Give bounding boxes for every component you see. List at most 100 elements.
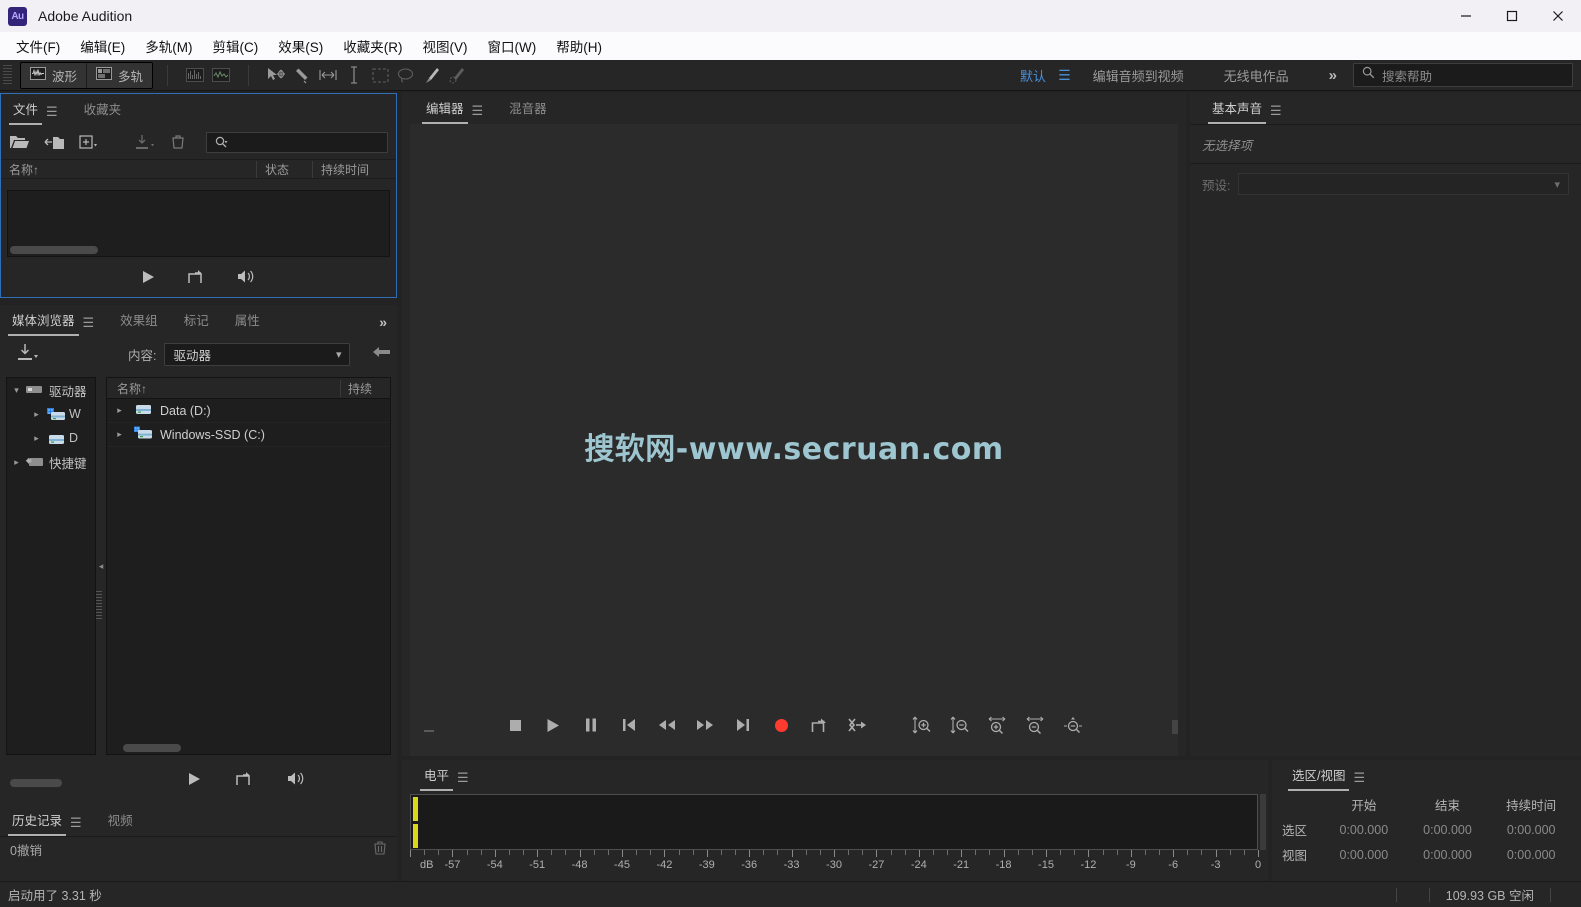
tab-mixer[interactable]: 混音器 xyxy=(507,98,549,124)
spot-healing-brush-tool-icon[interactable] xyxy=(445,63,471,87)
files-horizontal-scrollbar[interactable] xyxy=(10,246,98,254)
razor-tool-icon[interactable] xyxy=(289,63,315,87)
stop-button[interactable] xyxy=(496,710,534,740)
move-playhead-to-next-button[interactable] xyxy=(724,710,762,740)
tab-video[interactable]: 视频 xyxy=(106,810,135,836)
chevron-collapsed-icon[interactable]: ▸ xyxy=(114,405,125,416)
media-col-duration[interactable]: 持续 xyxy=(340,379,390,397)
tab-media-browser[interactable]: 媒体浏览器 xyxy=(8,310,79,336)
tab-files[interactable]: 文件 xyxy=(8,99,43,125)
menu-effects[interactable]: 效果(S) xyxy=(268,33,333,59)
media-volume-icon[interactable] xyxy=(286,771,306,791)
files-volume-icon[interactable] xyxy=(236,269,256,289)
workspace-radio-production[interactable]: 无线电作品 xyxy=(1224,66,1289,85)
import-file-icon[interactable] xyxy=(44,134,65,150)
view-start-value[interactable]: 0:00.000 xyxy=(1322,848,1406,862)
new-file-icon[interactable] xyxy=(79,134,99,150)
close-file-icon[interactable] xyxy=(171,134,185,150)
paintbrush-selection-tool-icon[interactable] xyxy=(419,63,445,87)
pause-button[interactable] xyxy=(572,710,610,740)
toolbar-grip[interactable] xyxy=(3,64,12,86)
workspace-menu-icon[interactable]: ☰ xyxy=(1058,67,1071,84)
media-col-name[interactable]: 名称↑ xyxy=(107,380,340,397)
time-selection-tool-icon[interactable] xyxy=(341,63,367,87)
levels-panel-menu-icon[interactable]: ☰ xyxy=(457,771,469,791)
media-horizontal-scrollbar[interactable] xyxy=(123,744,181,752)
zoom-out-amplitude-button[interactable] xyxy=(940,710,978,740)
tab-editor[interactable]: 编辑器 xyxy=(422,98,468,124)
export-file-icon[interactable] xyxy=(135,134,157,150)
history-panel-menu-icon[interactable]: ☰ xyxy=(70,816,82,836)
workspace-edit-audio-to-video[interactable]: 编辑音频到视频 xyxy=(1093,66,1184,85)
tree-node-data-drive[interactable]: ▸ D xyxy=(7,426,95,450)
media-loop-icon[interactable] xyxy=(235,771,252,791)
media-panel-menu-icon[interactable]: ☰ xyxy=(83,316,95,336)
import-media-icon[interactable] xyxy=(16,343,40,366)
tree-node-drives[interactable]: ▾ 驱动器 xyxy=(7,378,95,402)
editor-panel-menu-icon[interactable]: ☰ xyxy=(472,104,484,124)
view-duration-value[interactable]: 0:00.000 xyxy=(1489,848,1573,862)
media-browser-tree[interactable]: ▾ 驱动器 ▸ W ▸ D ▸ 快捷键 xyxy=(6,377,96,755)
play-button[interactable] xyxy=(534,710,572,740)
menu-edit[interactable]: 编辑(E) xyxy=(70,33,135,59)
essential-sound-menu-icon[interactable]: ☰ xyxy=(1270,104,1282,124)
tab-properties[interactable]: 属性 xyxy=(233,310,262,336)
preset-select[interactable]: ▾ xyxy=(1238,173,1569,195)
media-list-item[interactable]: ▸ Data (D:) xyxy=(107,399,390,423)
media-list-item[interactable]: ▸ Windows-SSD (C:) xyxy=(107,423,390,447)
open-file-icon[interactable] xyxy=(9,134,30,150)
maximize-icon[interactable] xyxy=(1489,0,1535,32)
workspace-default-label[interactable]: 默认 xyxy=(1020,66,1046,85)
media-panel-bottom-scrollbar[interactable] xyxy=(10,779,62,787)
move-playhead-to-previous-button[interactable] xyxy=(610,710,648,740)
move-tool-icon[interactable] xyxy=(263,63,289,87)
tree-node-windows-ssd[interactable]: ▸ W xyxy=(7,402,95,426)
tab-history[interactable]: 历史记录 xyxy=(7,810,67,836)
files-loop-icon[interactable] xyxy=(187,269,204,289)
zoom-in-amplitude-button[interactable] xyxy=(902,710,940,740)
tab-markers[interactable]: 标记 xyxy=(182,310,211,336)
menu-view[interactable]: 视图(V) xyxy=(413,33,478,59)
tab-favorites[interactable]: 收藏夹 xyxy=(82,99,124,125)
marquee-selection-tool-icon[interactable] xyxy=(367,63,393,87)
back-navigation-icon[interactable] xyxy=(372,344,392,364)
workspace-more-icon[interactable]: » xyxy=(1329,67,1337,84)
media-browser-vertical-grip[interactable] xyxy=(96,591,102,621)
slip-tool-icon[interactable] xyxy=(315,63,341,87)
rewind-button[interactable] xyxy=(648,710,686,740)
selection-start-value[interactable]: 0:00.000 xyxy=(1322,823,1406,837)
spectral-frequency-display-icon[interactable] xyxy=(182,63,208,87)
multitrack-mode-button[interactable]: 多轨 xyxy=(87,62,153,88)
delete-history-icon[interactable] xyxy=(373,840,387,859)
waveform-mode-button[interactable]: 波形 xyxy=(21,62,88,88)
spectral-pitch-display-icon[interactable] xyxy=(208,63,234,87)
tab-essential-sound[interactable]: 基本声音 xyxy=(1207,98,1267,124)
skip-selection-button[interactable] xyxy=(838,710,876,740)
editor-canvas[interactable]: 搜软网-www.secruan.com xyxy=(410,124,1178,756)
selection-duration-value[interactable]: 0:00.000 xyxy=(1489,823,1573,837)
media-play-icon[interactable] xyxy=(188,772,201,791)
zoom-out-full-button[interactable] xyxy=(1054,710,1092,740)
menu-clip[interactable]: 剪辑(C) xyxy=(203,33,269,59)
files-list[interactable] xyxy=(7,190,390,257)
search-help-input[interactable]: 搜索帮助 xyxy=(1353,63,1573,87)
menu-file[interactable]: 文件(F) xyxy=(6,33,70,59)
zoom-in-time-button[interactable] xyxy=(978,710,1016,740)
files-col-status[interactable]: 状态 xyxy=(256,160,312,178)
tab-effects-rack[interactable]: 效果组 xyxy=(118,310,160,336)
files-play-icon[interactable] xyxy=(142,270,155,289)
tree-node-shortcuts[interactable]: ▸ 快捷键 xyxy=(7,450,95,474)
tab-levels[interactable]: 电平 xyxy=(419,765,454,791)
files-col-name[interactable]: 名称↑ xyxy=(1,161,256,178)
lasso-selection-tool-icon[interactable] xyxy=(393,63,419,87)
menu-favorites[interactable]: 收藏夹(R) xyxy=(333,33,412,59)
levels-meter[interactable] xyxy=(410,794,1258,850)
close-icon[interactable] xyxy=(1535,0,1581,32)
menu-multitrack[interactable]: 多轨(M) xyxy=(135,33,202,59)
menu-window[interactable]: 窗口(W) xyxy=(478,33,547,59)
media-browser-splitter[interactable]: ◂ xyxy=(96,377,106,755)
tab-selection-view[interactable]: 选区/视图 xyxy=(1287,765,1350,791)
selection-view-menu-icon[interactable]: ☰ xyxy=(1353,771,1365,791)
files-col-duration[interactable]: 持续时间 xyxy=(312,160,396,178)
fast-forward-button[interactable] xyxy=(686,710,724,740)
